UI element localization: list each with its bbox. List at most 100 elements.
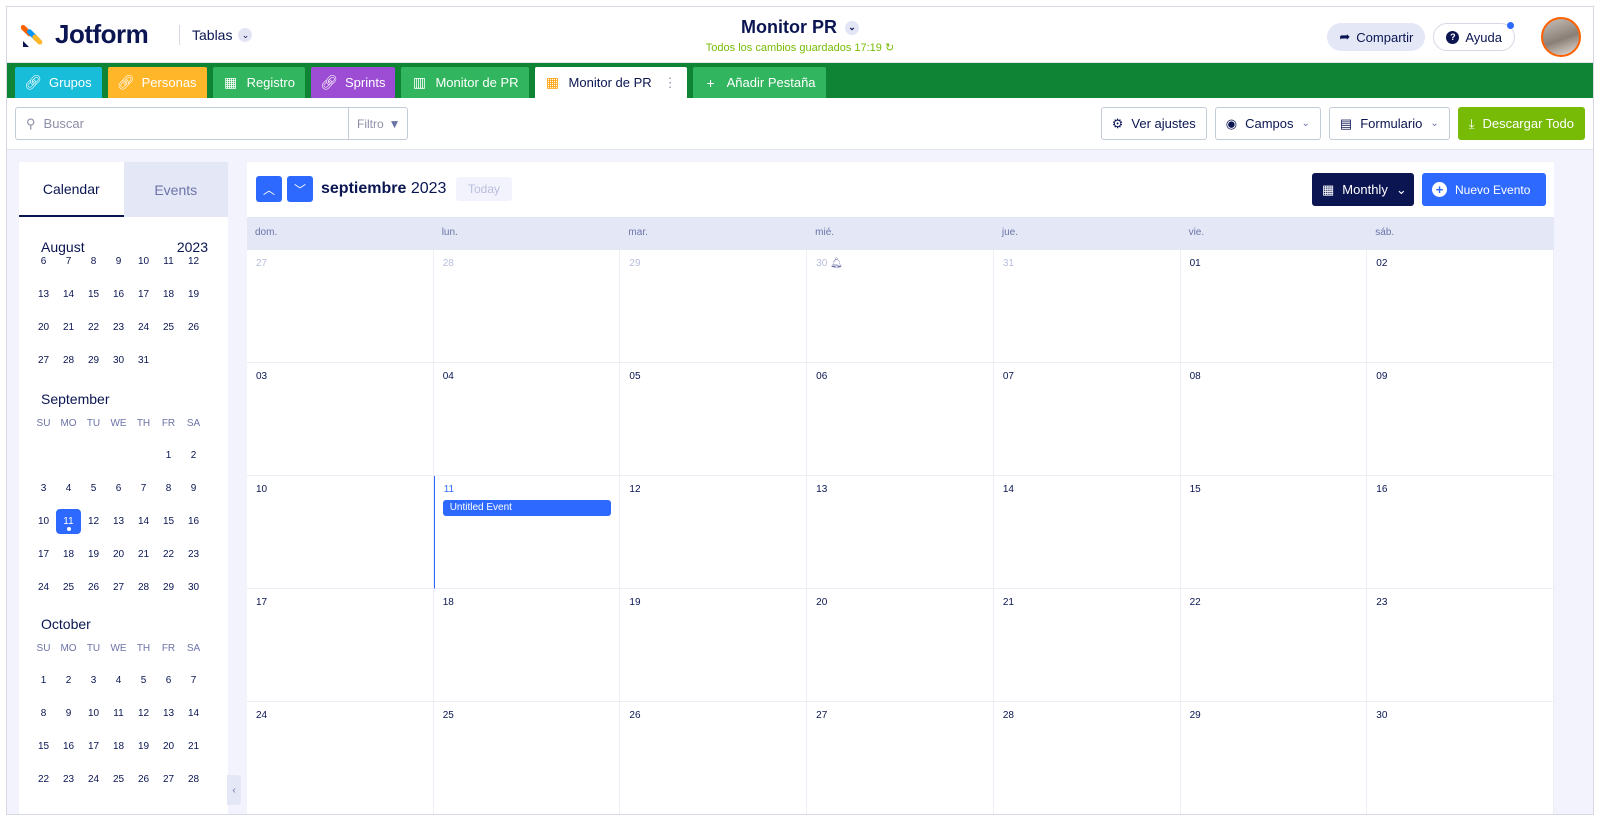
mini-day[interactable]: 13: [106, 516, 131, 527]
mini-day[interactable]: 5: [81, 483, 106, 494]
mini-day[interactable]: 16: [106, 289, 131, 300]
day-cell[interactable]: 26: [620, 702, 808, 814]
mini-day[interactable]: 21: [56, 322, 81, 333]
mini-day[interactable]: 11: [156, 256, 181, 267]
tab-sprints[interactable]: 🔗︎ Sprints: [310, 67, 396, 98]
mini-day[interactable]: 27: [106, 582, 131, 593]
prev-month-button[interactable]: ︿: [256, 176, 282, 202]
day-cell[interactable]: 28: [994, 702, 1181, 814]
collapse-sidebar-button[interactable]: ‹: [227, 775, 241, 805]
mini-day[interactable]: 20: [31, 322, 56, 333]
mini-day[interactable]: 24: [81, 774, 106, 785]
view-settings-button[interactable]: ⚙ Ver ajustes: [1100, 107, 1207, 140]
mini-day[interactable]: 19: [81, 549, 106, 560]
tab-grupos[interactable]: 🔗︎ Grupos: [15, 67, 102, 98]
tab-personas[interactable]: 🔗︎ Personas: [107, 67, 207, 98]
mini-day[interactable]: 24: [131, 322, 156, 333]
day-cell[interactable]: 30: [1367, 702, 1554, 814]
mini-day[interactable]: 13: [31, 289, 56, 300]
mini-day[interactable]: 16: [56, 741, 81, 752]
day-cell[interactable]: 21: [993, 589, 1181, 702]
next-month-button[interactable]: ﹀: [287, 176, 313, 202]
mini-day[interactable]: 12: [131, 708, 156, 719]
mini-day[interactable]: 20: [106, 549, 131, 560]
tab-monitor-de-pr-calendar[interactable]: ▦ Monitor de PR ⋮: [534, 67, 687, 98]
day-cell[interactable]: 25: [434, 702, 621, 814]
mini-day[interactable]: 13: [156, 708, 181, 719]
day-cell[interactable]: 01: [1180, 250, 1368, 363]
mini-day[interactable]: 10: [131, 256, 156, 267]
day-cell[interactable]: 07: [993, 363, 1181, 476]
day-cell[interactable]: 24: [247, 702, 434, 814]
mini-day[interactable]: 6: [156, 675, 181, 686]
mini-day[interactable]: 26: [81, 582, 106, 593]
day-cell[interactable]: 19: [620, 589, 808, 702]
mini-day[interactable]: 19: [181, 289, 206, 300]
mini-day[interactable]: 11: [56, 509, 81, 534]
day-cell[interactable]: 02: [1367, 250, 1554, 363]
day-cell[interactable]: 10: [247, 476, 434, 589]
more-vertical-icon[interactable]: ⋮: [664, 75, 677, 91]
page-title[interactable]: Monitor PR ⌄: [741, 17, 859, 38]
mini-day[interactable]: 26: [181, 322, 206, 333]
filter-button[interactable]: Filtro ▼: [349, 117, 407, 131]
mini-day[interactable]: 27: [156, 774, 181, 785]
mini-day[interactable]: 4: [56, 483, 81, 494]
mini-day[interactable]: 28: [56, 355, 81, 366]
mini-day[interactable]: 17: [31, 549, 56, 560]
mini-day[interactable]: 14: [181, 708, 206, 719]
share-button[interactable]: ➦ Compartir: [1327, 23, 1426, 51]
mini-day[interactable]: 3: [81, 675, 106, 686]
tab-calendar[interactable]: Calendar: [19, 162, 124, 217]
mini-day[interactable]: 25: [106, 774, 131, 785]
day-cell[interactable]: 09: [1367, 363, 1554, 476]
day-cell[interactable]: 27: [247, 250, 434, 363]
day-cell[interactable]: 03: [247, 363, 434, 476]
mini-day[interactable]: 22: [31, 774, 56, 785]
mini-day[interactable]: 8: [31, 708, 56, 719]
mini-day[interactable]: 10: [81, 708, 106, 719]
day-cell[interactable]: 18: [433, 589, 621, 702]
day-cell[interactable]: 31: [993, 250, 1181, 363]
mini-day[interactable]: 18: [106, 741, 131, 752]
form-dropdown[interactable]: ▤ Formulario ⌄: [1328, 107, 1450, 140]
mini-day[interactable]: 8: [156, 483, 181, 494]
mini-day-selected[interactable]: 11: [56, 509, 81, 534]
mini-day[interactable]: 19: [131, 741, 156, 752]
mini-day[interactable]: 18: [56, 549, 81, 560]
add-tab-button[interactable]: + Añadir Pestaña: [692, 67, 826, 98]
mini-day[interactable]: 29: [81, 355, 106, 366]
user-avatar[interactable]: [1541, 17, 1581, 57]
day-cell[interactable]: 04: [433, 363, 621, 476]
day-cell[interactable]: 29: [1181, 702, 1368, 814]
mini-day[interactable]: 1: [156, 450, 181, 461]
day-cell[interactable]: 06: [807, 363, 994, 476]
day-cell[interactable]: 27: [807, 702, 994, 814]
mini-day[interactable]: 12: [181, 256, 206, 267]
mini-day[interactable]: 23: [181, 549, 206, 560]
today-button[interactable]: Today: [456, 177, 513, 201]
day-cell[interactable]: 22: [1180, 589, 1368, 702]
day-cell[interactable]: 30 🔔︎: [807, 250, 994, 363]
day-cell[interactable]: 16: [1367, 476, 1554, 589]
mini-day[interactable]: 17: [131, 289, 156, 300]
day-cell[interactable]: 13: [807, 476, 994, 589]
mini-day[interactable]: 28: [181, 774, 206, 785]
day-cell[interactable]: 20: [807, 589, 994, 702]
mini-day[interactable]: 4: [106, 675, 131, 686]
mini-day[interactable]: 28: [131, 582, 156, 593]
fields-dropdown[interactable]: ◉ Campos ⌄: [1214, 107, 1321, 140]
mini-day[interactable]: 11: [106, 708, 131, 719]
mini-day[interactable]: 12: [81, 516, 106, 527]
mini-day[interactable]: 16: [181, 516, 206, 527]
mini-day[interactable]: 7: [181, 675, 206, 686]
mini-day[interactable]: 2: [56, 675, 81, 686]
mini-day[interactable]: 14: [56, 289, 81, 300]
day-cell[interactable]: 23: [1367, 589, 1554, 702]
mini-day[interactable]: 25: [56, 582, 81, 593]
help-button[interactable]: ? Ayuda: [1433, 22, 1515, 51]
mini-day[interactable]: 6: [106, 483, 131, 494]
mini-day[interactable]: 2: [181, 450, 206, 461]
mini-day[interactable]: 24: [31, 582, 56, 593]
mini-day[interactable]: 15: [156, 516, 181, 527]
